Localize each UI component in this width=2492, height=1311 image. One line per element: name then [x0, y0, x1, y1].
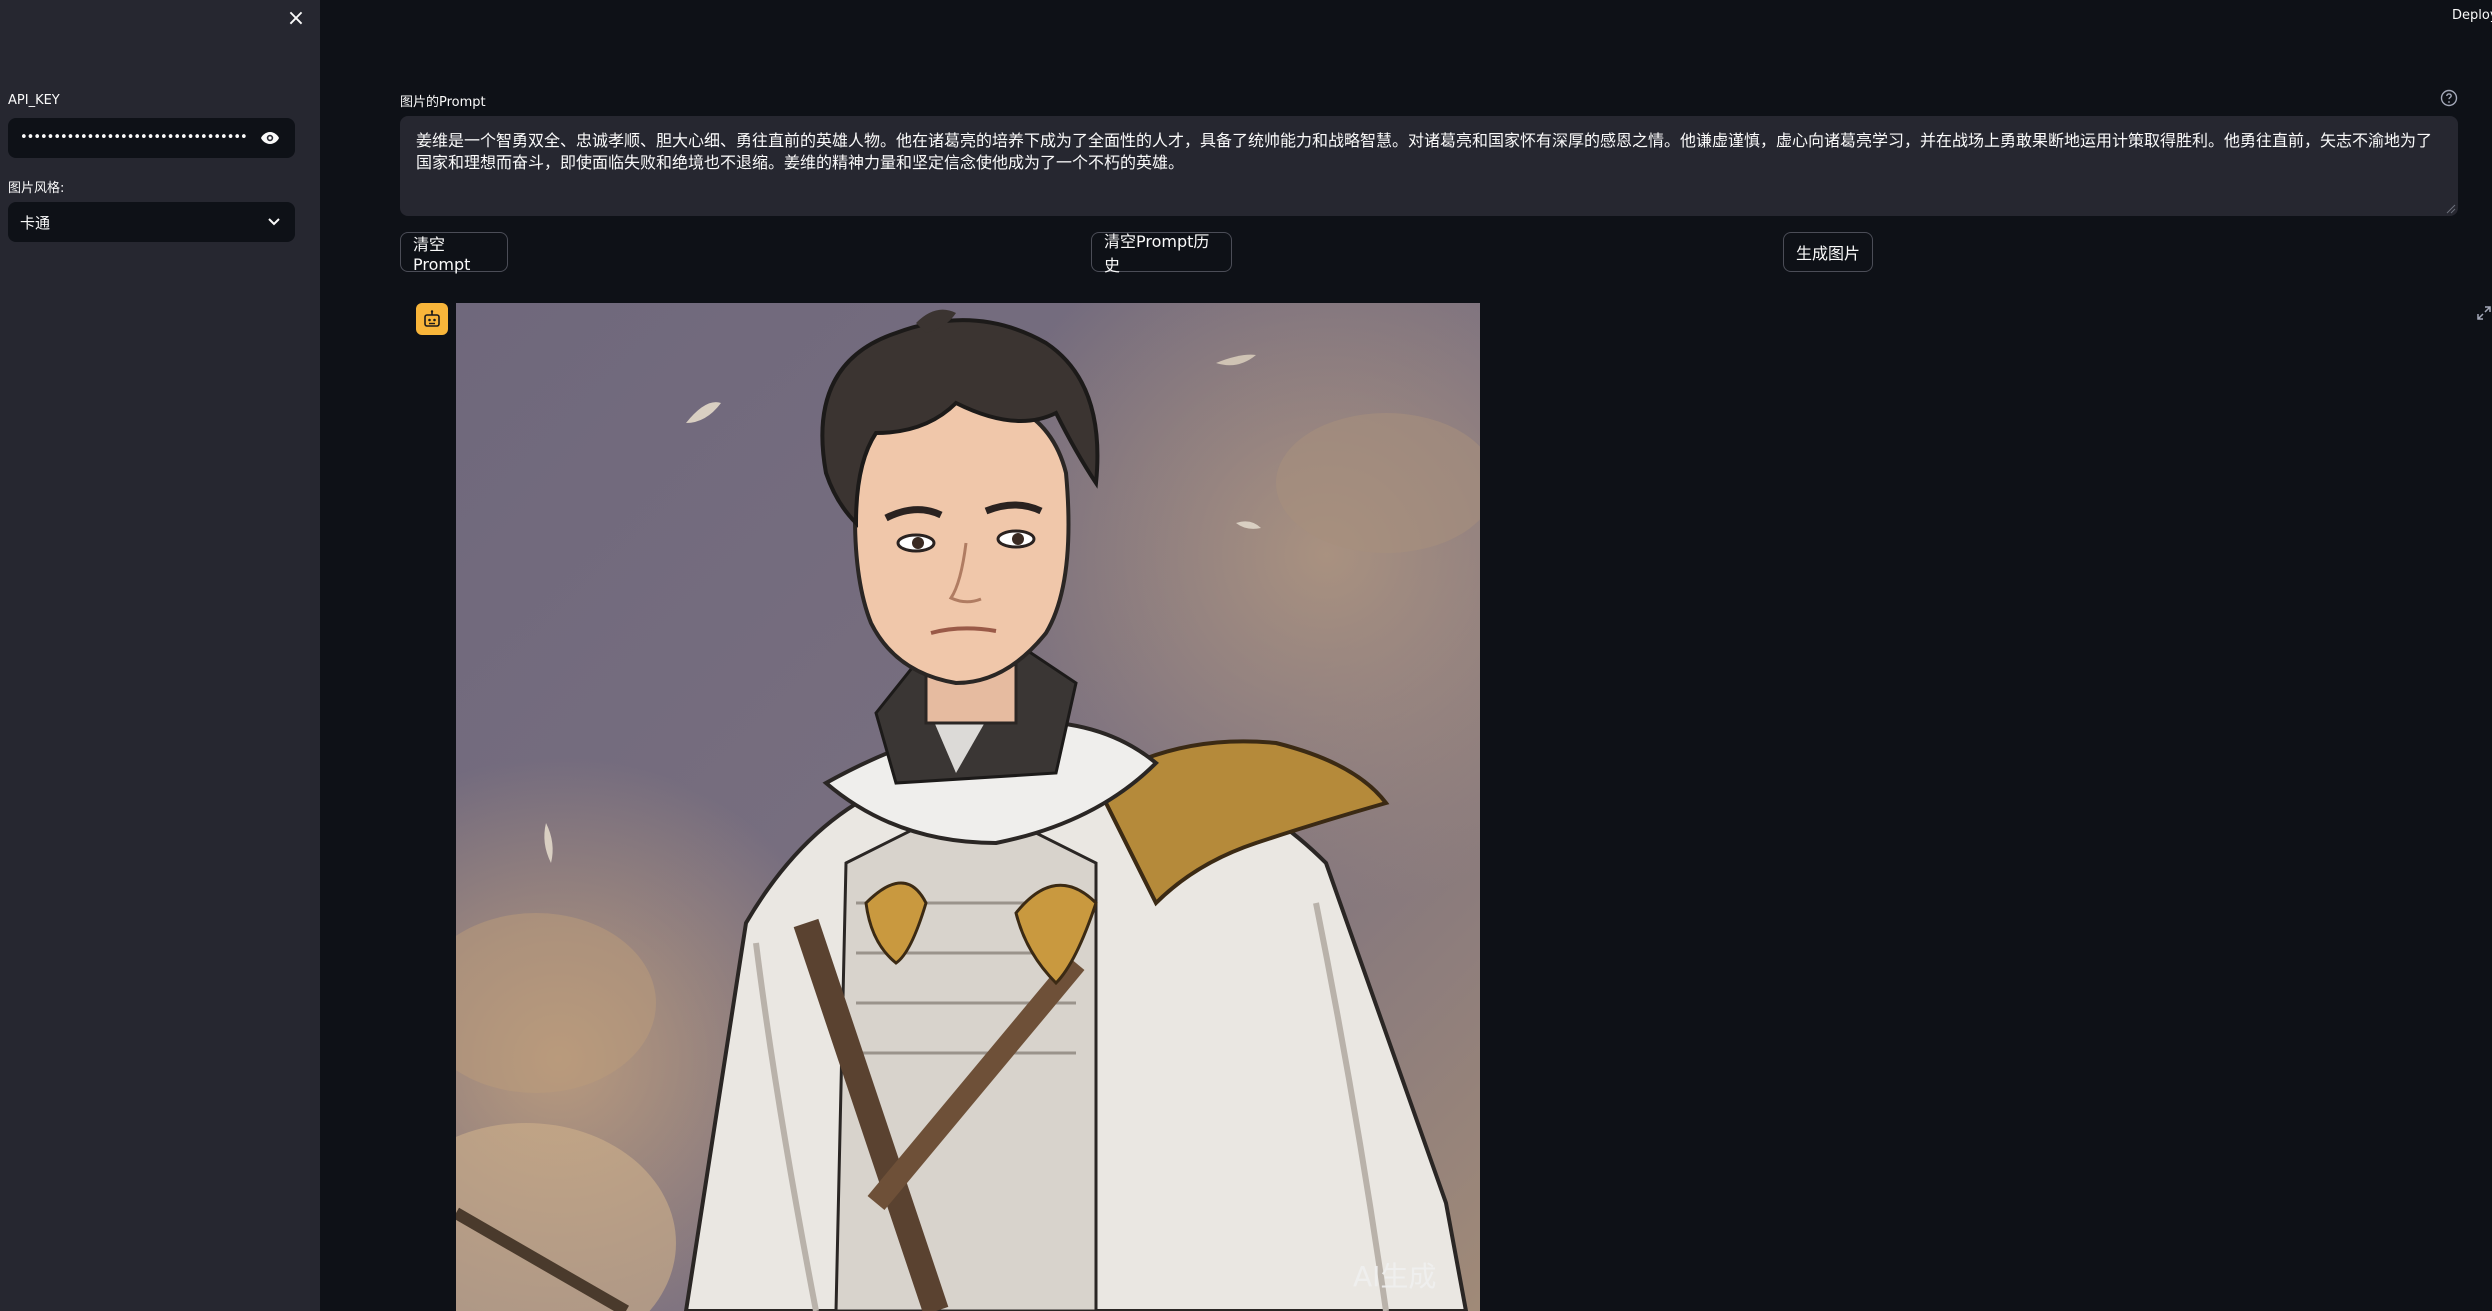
eye-icon[interactable]	[257, 128, 283, 148]
generate-image-button[interactable]: 生成图片	[1783, 232, 1873, 272]
style-select-value: 卡通	[20, 213, 51, 232]
clear-prompt-button[interactable]: 清空Prompt	[400, 232, 508, 274]
help-icon[interactable]	[2440, 89, 2458, 107]
api-key-value: ••••••••••••••••••••••••••••••••••••••••…	[20, 130, 247, 145]
close-sidebar-button[interactable]: ×	[284, 5, 308, 31]
api-key-label: API_KEY	[8, 93, 60, 108]
resize-handle-icon[interactable]	[2446, 204, 2456, 214]
prompt-text: 姜维是一个智勇双全、忠诚孝顺、胆大心细、勇往直前的英雄人物。他在诸葛亮的培养下成…	[416, 131, 2433, 172]
chevron-down-icon	[265, 213, 283, 231]
clear-history-button[interactable]: 清空Prompt历史	[1091, 232, 1232, 275]
deploy-button[interactable]: Deploy	[2452, 8, 2492, 23]
fullscreen-icon[interactable]	[2476, 305, 2492, 321]
prompt-textarea[interactable]: 姜维是一个智勇双全、忠诚孝顺、胆大心细、勇往直前的英雄人物。他在诸葛亮的培养下成…	[400, 116, 2458, 216]
style-select[interactable]: 卡通	[8, 202, 295, 242]
prompt-label: 图片的Prompt	[400, 95, 486, 110]
close-icon: ×	[286, 5, 306, 31]
ai-watermark: AI生成	[1353, 1260, 1437, 1293]
api-key-field[interactable]: ••••••••••••••••••••••••••••••••••••••••…	[8, 118, 295, 158]
style-label: 图片风格:	[8, 181, 65, 196]
sidebar: × API_KEY ••••••••••••••••••••••••••••••…	[0, 0, 320, 1311]
generated-image	[456, 303, 1480, 1311]
robot-icon	[416, 303, 448, 335]
